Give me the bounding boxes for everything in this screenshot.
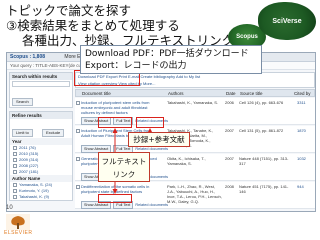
related-documents-link[interactable]: Related documents bbox=[135, 203, 168, 207]
row-cited-by-link[interactable]: 1870 bbox=[297, 128, 306, 133]
row-authors: Park, I.-H., Zhao, R., West, J.A., Yabuu… bbox=[167, 184, 222, 204]
author-filter[interactable]: Takahashi, K. (9) bbox=[10, 194, 72, 200]
results-area: Download PDF Export Print E-mail Create … bbox=[75, 72, 315, 211]
row-checkbox[interactable] bbox=[76, 157, 80, 161]
row-source: Nature 448 (7151), pp. 313-317 bbox=[239, 156, 289, 166]
download-pdf-note: Download PDF：PDF一括ダウンロード bbox=[85, 49, 249, 59]
export-note: Export：レコードの出力 bbox=[85, 61, 187, 71]
fulltext-note-line-1: フルテキスト bbox=[101, 157, 147, 166]
refine-box: Refine results Limit to Exclude Year 201… bbox=[9, 111, 73, 201]
sciverse-logo-text: SciVerse bbox=[272, 17, 302, 25]
abstract-callout: 抄録+参考文献 bbox=[128, 132, 190, 147]
table-header: Document title Authors Date Source title… bbox=[75, 89, 315, 97]
author-heading: Author Name bbox=[10, 175, 72, 182]
elsevier-wordmark: ELSEVIER bbox=[4, 230, 33, 236]
row-title-link[interactable]: Dedifferentiation of the somatic cells i… bbox=[81, 184, 161, 194]
year-checkbox[interactable] bbox=[13, 157, 17, 162]
year-checkbox[interactable] bbox=[13, 169, 17, 174]
row-year: 2006 bbox=[225, 100, 234, 105]
column-source[interactable]: Source title bbox=[240, 90, 263, 97]
year-checkbox[interactable] bbox=[13, 163, 17, 168]
author-checkbox[interactable] bbox=[13, 194, 17, 199]
row-source: Cell 126 (4), pp. 663-676 bbox=[239, 100, 284, 105]
heading-line-1: トピックで論文を探す bbox=[6, 3, 132, 18]
row-cited-by-link[interactable]: 1032 bbox=[297, 156, 306, 161]
row-source: Nature 451 (7175), pp. 141-146 bbox=[239, 184, 289, 194]
heading-line-2: ③検索結果をまとめて処理する bbox=[6, 18, 180, 33]
exclude-button[interactable]: Exclude bbox=[42, 129, 65, 137]
search-within-button[interactable]: Search bbox=[12, 98, 33, 106]
row-cited-by-link[interactable]: 3311 bbox=[297, 100, 306, 105]
results-count: Scopus : 1,808 bbox=[10, 54, 46, 60]
row-checkbox[interactable] bbox=[76, 101, 80, 105]
row-checkbox[interactable] bbox=[76, 185, 80, 189]
fulltext-highlight-2 bbox=[98, 194, 132, 203]
fulltext-highlight bbox=[98, 117, 132, 128]
year-checkbox[interactable] bbox=[13, 151, 17, 156]
author-checkbox[interactable] bbox=[13, 188, 17, 193]
scopus-logo-text: Scopus bbox=[236, 34, 258, 40]
year-checkbox[interactable] bbox=[13, 145, 17, 150]
row-authors: Takahashi, K., Yamanaka, S. bbox=[167, 100, 218, 105]
column-cited-by[interactable]: Cited by bbox=[294, 90, 311, 97]
column-year[interactable]: Date bbox=[226, 90, 236, 97]
related-documents-link[interactable]: Related documents bbox=[135, 147, 168, 151]
search-within-heading: Search within results bbox=[10, 73, 72, 80]
row-year: 2007 bbox=[225, 156, 234, 161]
row-year: 2008 bbox=[225, 184, 234, 189]
search-within-box: Search within results Search bbox=[9, 72, 73, 108]
page-number: 10 bbox=[6, 205, 13, 211]
row-title-link[interactable]: Induction of pluripotent stem cells from… bbox=[81, 100, 161, 115]
abstract-highlight bbox=[136, 117, 164, 128]
elsevier-tree-icon bbox=[6, 214, 30, 230]
year-heading: Year bbox=[10, 138, 72, 145]
column-document-title[interactable]: Document title bbox=[82, 90, 111, 97]
author-checkbox[interactable] bbox=[13, 182, 17, 187]
left-sidebar: Search within results Search Refine resu… bbox=[9, 72, 73, 211]
column-authors[interactable]: Authors bbox=[168, 90, 184, 97]
download-export-callout: Download PDF：PDF一括ダウンロード Export：レコードの出力 bbox=[80, 45, 262, 74]
refine-heading: Refine results bbox=[10, 112, 72, 119]
limit-to-button[interactable]: Limit to bbox=[12, 129, 33, 137]
row-source: Cell 131 (5), pp. 861-872 bbox=[239, 128, 284, 133]
row-cited-by-link[interactable]: 944 bbox=[297, 184, 304, 189]
fulltext-note-line-2: リンク bbox=[112, 170, 136, 179]
row-year: 2007 bbox=[225, 128, 234, 133]
table-row: Induction of Pluripotent Stem Cells from… bbox=[75, 126, 315, 153]
row-checkbox[interactable] bbox=[76, 129, 80, 133]
sciverse-logo: SciVerse bbox=[258, 2, 316, 40]
row-authors: Okita, K., Ichisaka, T., Yamanaka, S. bbox=[167, 156, 206, 166]
search-within-input[interactable] bbox=[12, 81, 70, 87]
fulltext-callout: フルテキスト リンク bbox=[98, 152, 150, 182]
